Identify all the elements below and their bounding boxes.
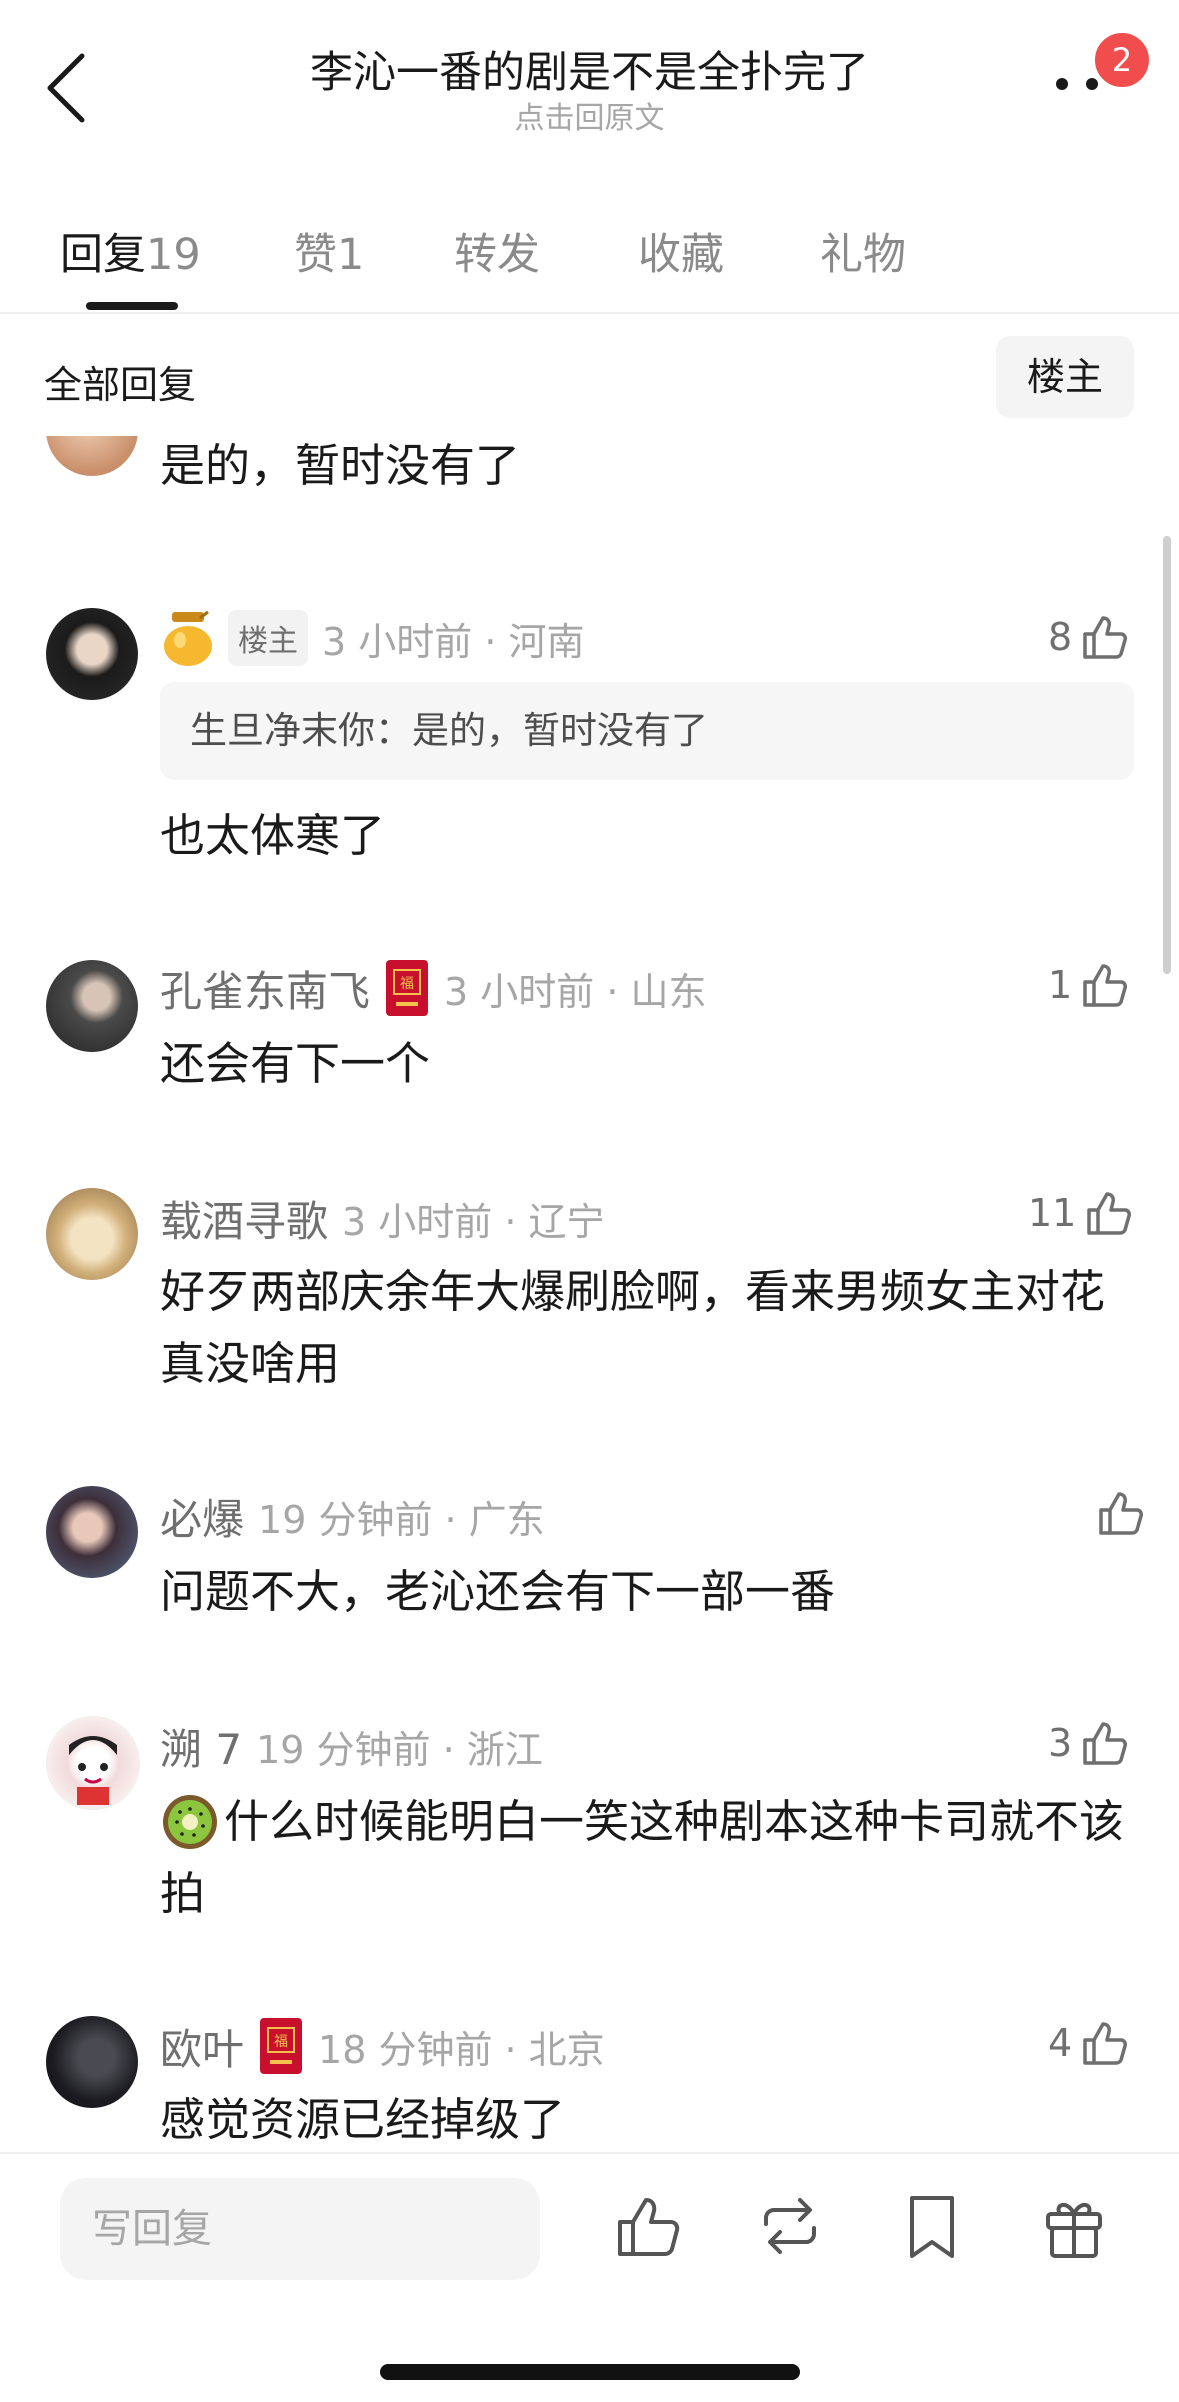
tab-likes[interactable]: 赞1 — [294, 220, 364, 282]
thumbs-up-icon — [1083, 616, 1128, 659]
comment-time-location: 3 小时前 · 山东 — [444, 969, 707, 1014]
username[interactable]: 载酒寻歌 — [160, 1188, 328, 1249]
bookmark-icon[interactable] — [896, 2190, 968, 2262]
back-to-original-link[interactable]: 点击回原文 — [0, 93, 1179, 137]
like-button[interactable]: 3 — [1048, 1718, 1130, 1768]
username[interactable]: 孔雀东南飞 — [160, 958, 370, 1019]
repost-icon[interactable] — [754, 2190, 826, 2262]
comment-time-location: 19 分钟前 · 广东 — [258, 1497, 545, 1542]
comment-meta: 载酒寻歌 3 小时前 · 辽宁 — [160, 1188, 605, 1248]
reply-content: 是的，暂时没有了 — [160, 439, 521, 492]
reply-input[interactable]: 写回复 — [60, 2178, 540, 2280]
thumbs-up-icon — [1083, 1722, 1128, 1765]
gift-icon[interactable] — [1038, 2190, 1110, 2262]
like-button[interactable] — [1088, 1488, 1146, 1538]
comment-time-location: 3 小时前 · 辽宁 — [342, 1199, 605, 1244]
like-count: 11 — [1028, 1191, 1077, 1235]
tab-count: 1 — [337, 230, 365, 280]
comment-meta: 楼主 3 小时前 · 河南 — [160, 608, 585, 668]
comment-content: 感觉资源已经掉级了 — [160, 2093, 566, 2146]
page-title[interactable]: 李沁一番的剧是不是全扑完了 — [0, 38, 1179, 100]
comment-content: 问题不大，老沁还会有下一部一番 — [160, 1565, 836, 1618]
tab-reposts[interactable]: 转发 — [454, 220, 540, 282]
thumbs-up-icon[interactable] — [612, 2190, 684, 2262]
kiwi-emoji — [163, 1795, 217, 1849]
op-only-button[interactable]: 楼主 — [996, 336, 1134, 418]
like-button[interactable]: 11 — [1028, 1188, 1134, 1238]
svg-text:福: 福 — [400, 976, 414, 992]
op-badge: 楼主 — [228, 610, 308, 666]
comment-meta: 欧叶 福 18 分钟前 · 北京 — [160, 2016, 605, 2076]
svg-text:福: 福 — [274, 2034, 288, 2050]
comment-content: 好歹两部庆余年大爆刷脸啊，看来男频女主对花真没啥用 — [160, 1265, 1106, 1390]
thumbs-up-icon — [1083, 964, 1128, 1007]
username[interactable]: 溯 7 — [160, 1716, 242, 1777]
username[interactable]: 必爆 — [160, 1486, 244, 1547]
avatar[interactable] — [46, 960, 138, 1052]
honey-jar-icon — [164, 610, 212, 666]
tab-replies[interactable]: 回复19 — [60, 220, 201, 282]
thumbs-up-icon — [1083, 2022, 1128, 2065]
tab-favorites[interactable]: 收藏 — [638, 220, 724, 282]
red-envelope-icon: 福 — [386, 960, 429, 1016]
red-envelope-icon: 福 — [260, 2018, 303, 2074]
comment-content: 也太体寒了 — [160, 809, 386, 862]
active-tab-indicator — [86, 302, 178, 310]
comment-time-location: 19 分钟前 · 浙江 — [256, 1727, 543, 1772]
comment-time-location: 18 分钟前 · 北京 — [318, 2027, 605, 2072]
avatar[interactable] — [46, 436, 138, 476]
avatar[interactable] — [46, 1486, 138, 1578]
tab-label: 回复 — [60, 230, 146, 280]
like-count: 1 — [1048, 963, 1073, 1007]
home-indicator[interactable] — [380, 2364, 800, 2380]
avatar[interactable] — [46, 608, 138, 700]
tab-gifts[interactable]: 礼物 — [820, 220, 906, 282]
comment-time-location: 3 小时前 · 河南 — [322, 619, 585, 664]
tab-count: 19 — [146, 230, 201, 280]
like-count: 8 — [1048, 615, 1073, 659]
comment-meta: 必爆 19 分钟前 · 广东 — [160, 1486, 545, 1546]
tab-label: 赞 — [294, 230, 337, 280]
avatar[interactable] — [46, 1188, 138, 1280]
comment-content: 什么时候能明白一笑这种剧本这种卡司就不该拍 — [160, 1795, 1125, 1920]
like-count: 3 — [1048, 1721, 1073, 1765]
top-header: 李沁一番的剧是不是全扑完了 点击回原文 2 — [0, 0, 1179, 160]
scrollbar[interactable] — [1163, 536, 1171, 974]
thumbs-up-icon — [1087, 1192, 1132, 1235]
thumbs-up-icon — [1099, 1492, 1143, 1535]
cartoon-avatar-icon — [69, 1736, 117, 1805]
like-button[interactable]: 4 — [1048, 2018, 1130, 2068]
reply-list[interactable]: 是的，暂时没有了 楼主 3 小时前 · 河南 8 生旦净末你：是的，暂时没有了 … — [0, 436, 1179, 2151]
like-button[interactable]: 1 — [1048, 960, 1130, 1010]
like-button[interactable]: 8 — [1048, 612, 1130, 662]
comment-content: 还会有下一个 — [160, 1037, 431, 1090]
username[interactable]: 欧叶 — [160, 2016, 244, 2077]
like-count: 4 — [1048, 2021, 1073, 2065]
tab-label: 礼物 — [820, 230, 906, 280]
quoted-reply[interactable]: 生旦净末你：是的，暂时没有了 — [160, 682, 1134, 780]
avatar[interactable] — [46, 1716, 140, 1810]
tab-label: 转发 — [454, 230, 540, 280]
all-replies-filter[interactable]: 全部回复 — [44, 354, 196, 409]
bottom-action-bar: 写回复 — [0, 2152, 1179, 2402]
tab-bar: 回复19 赞1 转发 收藏 礼物 — [0, 200, 1179, 314]
notification-badge[interactable]: 2 — [1092, 30, 1152, 90]
comment-meta: 溯 7 19 分钟前 · 浙江 — [160, 1716, 543, 1776]
avatar[interactable] — [46, 2016, 138, 2108]
comment-meta: 孔雀东南飞 福 3 小时前 · 山东 — [160, 958, 707, 1018]
tab-label: 收藏 — [638, 230, 724, 280]
